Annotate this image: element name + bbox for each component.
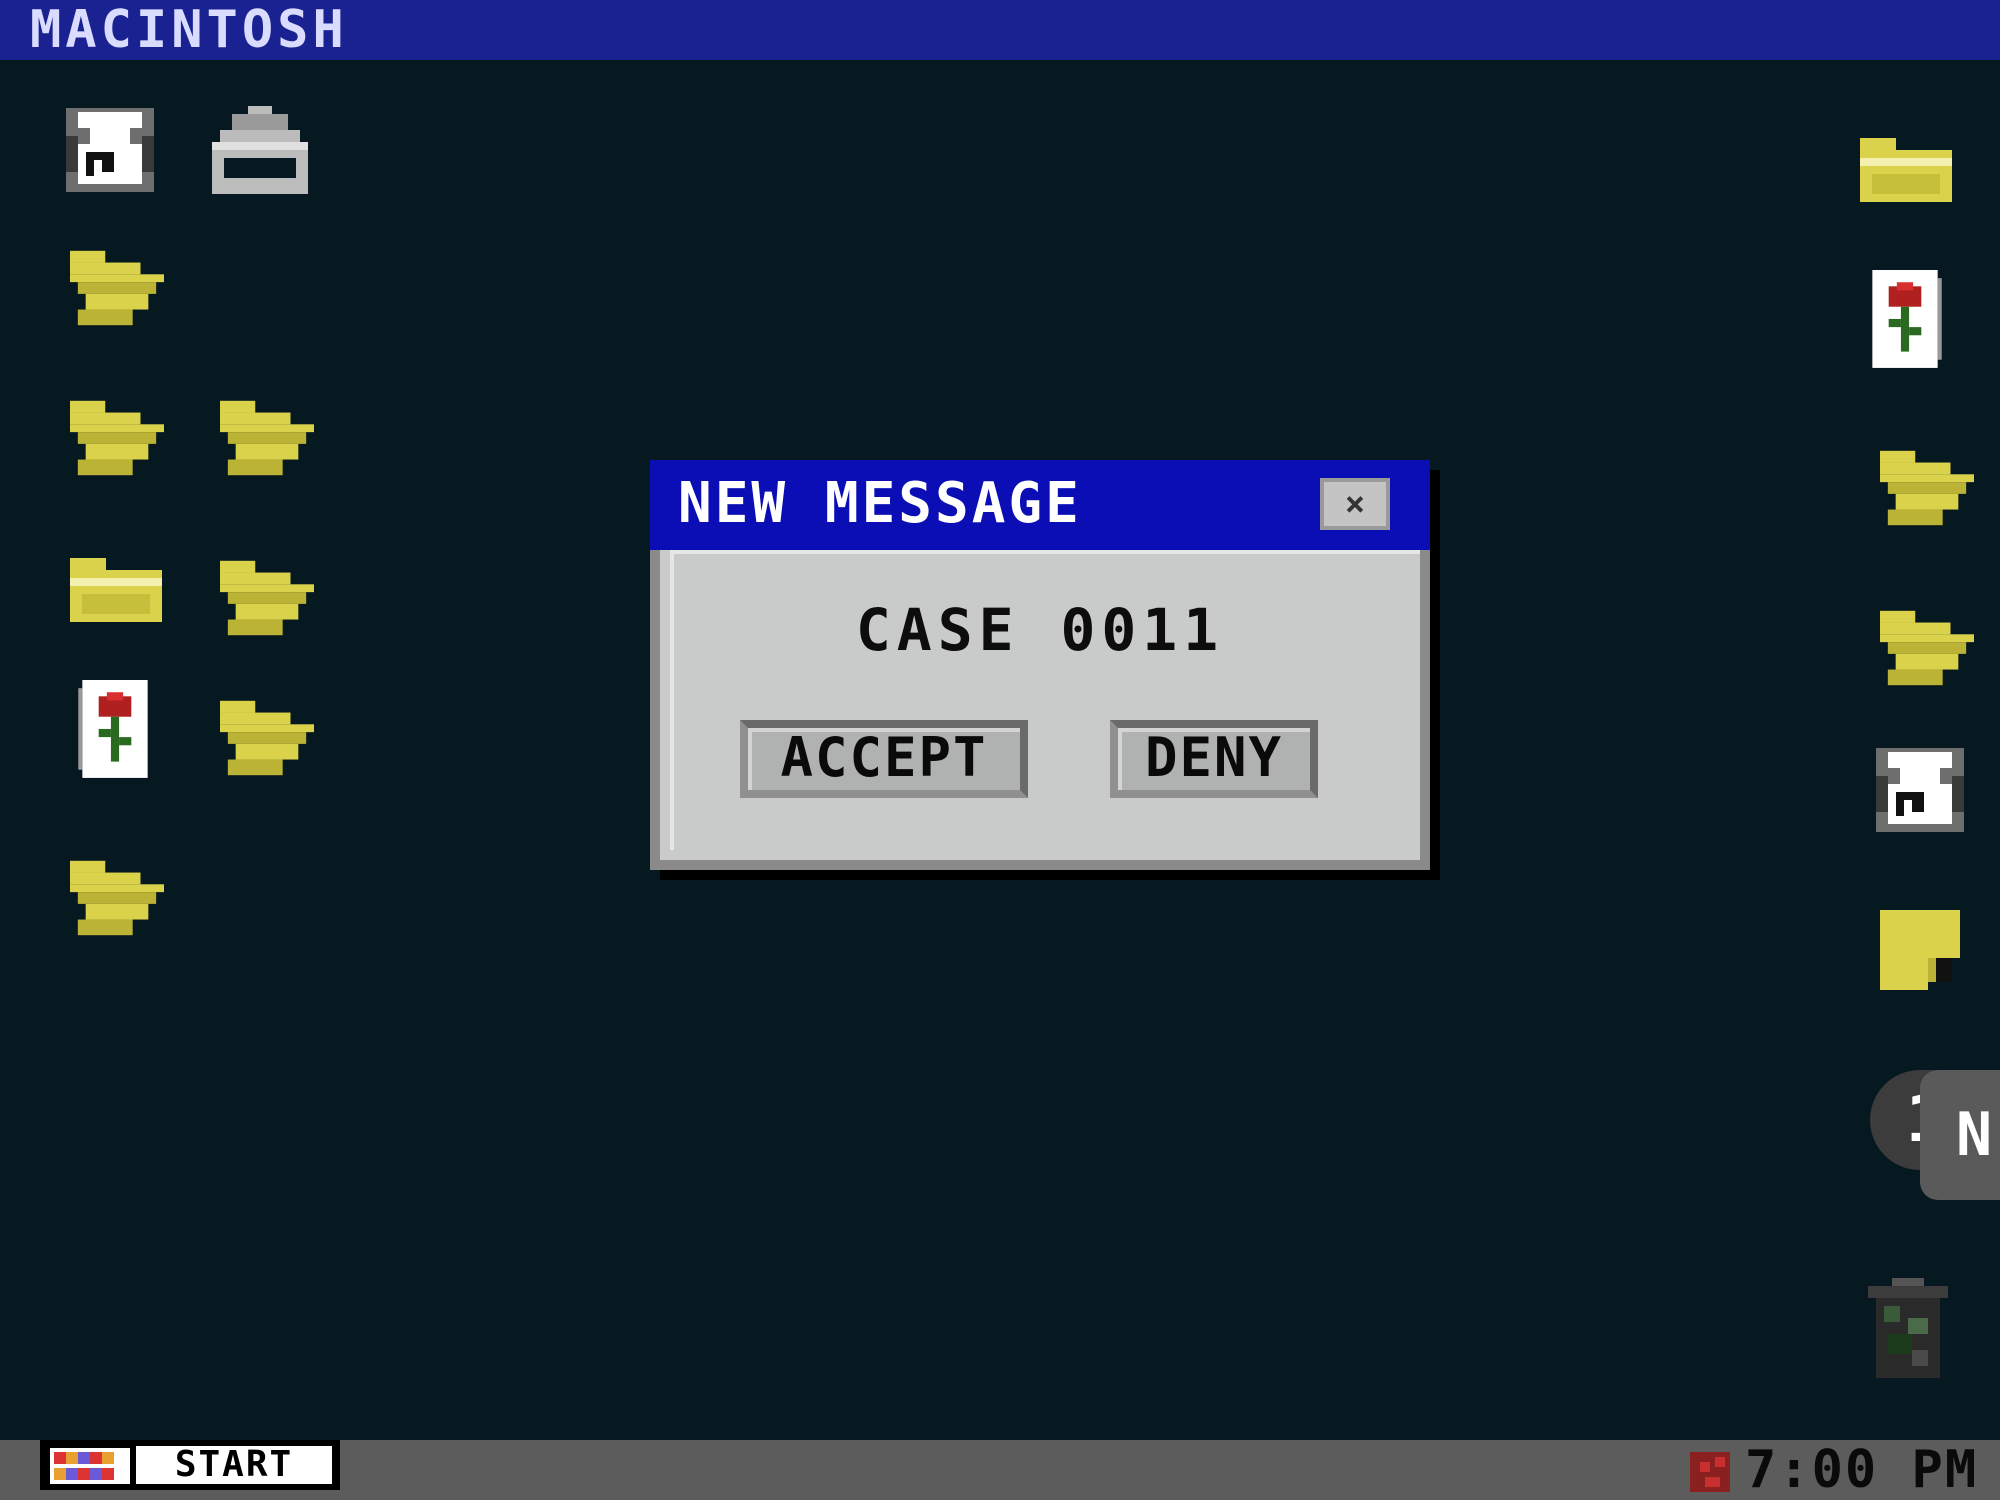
cat-icon[interactable] <box>58 100 162 200</box>
trash-icon[interactable] <box>1860 1278 1956 1382</box>
dialog-titlebar[interactable]: NEW MESSAGE × <box>650 460 1430 550</box>
taskbar: START 7:00 PM <box>0 1440 2000 1500</box>
close-button[interactable]: × <box>1320 478 1390 530</box>
dialog-body <box>670 550 1420 850</box>
start-logo-icon <box>50 1448 130 1488</box>
folder-icon[interactable] <box>70 860 164 936</box>
rose-card-icon[interactable] <box>1868 270 1942 372</box>
start-button[interactable]: START <box>40 1440 340 1490</box>
start-label: START <box>136 1446 332 1484</box>
clock-status-icon <box>1690 1452 1730 1496</box>
printer-icon[interactable] <box>208 98 312 202</box>
folder-icon[interactable] <box>1880 610 1974 686</box>
accept-button[interactable]: ACCEPT <box>740 720 1028 798</box>
folder-icon[interactable] <box>220 700 314 776</box>
folder-icon[interactable] <box>220 560 314 636</box>
new-message-dialog: NEW MESSAGE × CASE 0011 ACCEPT DENY <box>650 460 1430 870</box>
sticky-note-icon[interactable] <box>1880 910 1960 990</box>
folder-icon[interactable] <box>1880 450 1974 526</box>
folder-icon[interactable] <box>70 400 164 476</box>
menubar: MACINTOSH <box>0 0 2000 60</box>
cat-icon[interactable] <box>1868 740 1972 840</box>
folder-icon[interactable] <box>220 400 314 476</box>
deny-button[interactable]: DENY <box>1110 720 1318 798</box>
menubar-title: MACINTOSH <box>30 0 348 60</box>
taskbar-clock: 7:00 PM <box>1745 1440 1979 1500</box>
case-message: CASE 0011 <box>855 596 1225 664</box>
closed-folder-icon[interactable] <box>1860 138 1952 202</box>
folder-icon[interactable] <box>70 250 164 326</box>
closed-folder-icon[interactable] <box>70 558 162 622</box>
dialog-title: NEW MESSAGE <box>678 471 1082 536</box>
rose-card-icon[interactable] <box>78 680 152 782</box>
side-panel-tab[interactable]: N <box>1920 1070 2000 1200</box>
